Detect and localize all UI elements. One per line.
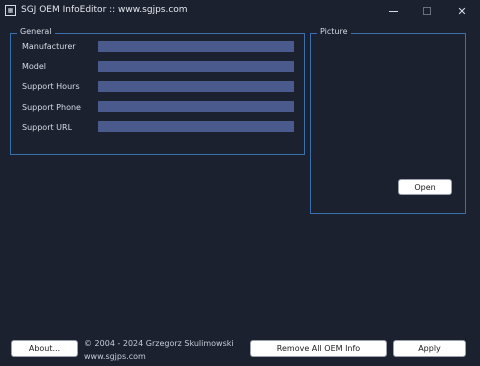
picture-group: Picture Open (310, 27, 466, 214)
open-button[interactable]: Open (398, 179, 452, 195)
close-icon: ✕ (457, 4, 467, 18)
maximize-button[interactable] (410, 0, 444, 22)
general-group: General Manufacturer Model Support Hours… (10, 27, 305, 155)
minimize-button[interactable] (376, 0, 410, 22)
support-hours-field[interactable] (98, 81, 294, 92)
close-button[interactable]: ✕ (445, 0, 479, 22)
title-bar: ▦ SGJ OEM InfoEditor :: www.sgjps.com ✕ (0, 0, 480, 22)
support-url-field[interactable] (98, 121, 294, 132)
manufacturer-label: Manufacturer (22, 42, 76, 51)
website-url: www.sgjps.com (84, 352, 146, 361)
support-hours-label: Support Hours (22, 82, 80, 91)
apply-button[interactable]: Apply (393, 340, 466, 357)
support-phone-label: Support Phone (22, 103, 81, 112)
copyright-text: © 2004 - 2024 Grzegorz Skulimowski (84, 339, 234, 348)
model-field[interactable] (98, 61, 294, 72)
remove-all-oem-info-button[interactable]: Remove All OEM Info (250, 340, 387, 357)
model-label: Model (22, 62, 47, 71)
picture-legend: Picture (317, 27, 351, 36)
general-legend: General (17, 27, 55, 36)
maximize-icon (423, 7, 431, 15)
window-title: SGJ OEM InfoEditor :: www.sgjps.com (21, 5, 188, 15)
manufacturer-field[interactable] (98, 41, 294, 52)
support-url-label: Support URL (22, 123, 73, 132)
about-button[interactable]: About... (11, 340, 78, 357)
support-phone-field[interactable] (98, 101, 294, 112)
app-icon: ▦ (5, 5, 16, 16)
minimize-icon (388, 10, 398, 12)
